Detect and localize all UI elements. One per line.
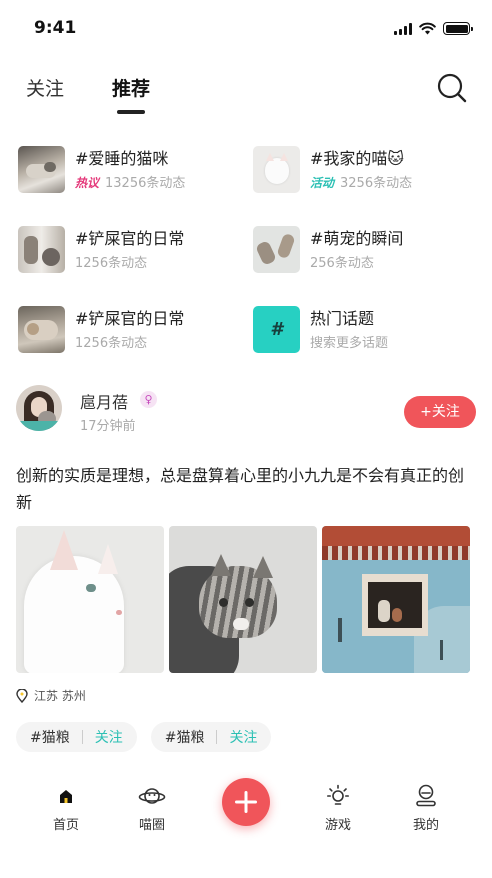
topic-item[interactable]: #我家的喵🐱 活动 3256条动态	[253, 146, 478, 193]
topic-thumbnail	[18, 146, 65, 193]
topic-thumbnail	[253, 146, 300, 193]
topic-title: #我家的喵🐱	[310, 148, 405, 168]
topic-item[interactable]: #爱睡的猫咪 热议 13256条动态	[18, 146, 253, 193]
topic-sub: 搜索更多话题	[310, 335, 389, 351]
topic-item[interactable]: #萌宠的瞬间 256条动态	[253, 226, 478, 273]
topic-count: 1256条动态	[75, 335, 148, 351]
topic-grid: #爱睡的猫咪 热议 13256条动态 #我家的喵🐱 活动 3256条动态 #铲屎官的…	[18, 146, 478, 353]
divider	[216, 730, 218, 744]
status-bar: 9:41	[0, 0, 492, 56]
tab-recommend[interactable]: 推荐	[112, 74, 150, 101]
post-text: 创新的实质是理想，总是盘算着心里的小九九是不会有真正的创新	[16, 466, 465, 512]
post-photos	[16, 526, 470, 673]
location-pin-icon	[16, 688, 28, 703]
tag-label[interactable]: #猫粮	[30, 727, 70, 747]
nav-label: 喵圈	[138, 818, 165, 833]
activity-badge: 活动	[310, 175, 335, 190]
nav-game[interactable]: 游戏	[308, 782, 368, 833]
tag-follow-button[interactable]: 关注	[229, 727, 257, 747]
topic-thumbnail	[18, 226, 65, 273]
post-header: 扈月蓓 ♀ 17分钟前 +关注	[16, 385, 476, 435]
tag-chip: #猫粮 关注	[150, 722, 272, 752]
nav-label: 首页	[52, 818, 79, 833]
topic-item[interactable]: #铲屎官的日常 1256条动态	[18, 306, 253, 353]
divider	[81, 730, 83, 744]
topic-count: 3256条动态	[340, 175, 413, 191]
hot-topics-link[interactable]: # 热门话题 搜索更多话题	[253, 306, 478, 353]
tag-label[interactable]: #猫粮	[165, 727, 205, 747]
planet-icon	[138, 788, 166, 804]
topic-count: 256条动态	[310, 255, 374, 271]
follow-button[interactable]: +关注	[404, 396, 476, 428]
location-text: 江苏 苏州	[34, 689, 86, 703]
hashtag-icon: #	[253, 306, 300, 353]
username[interactable]: 扈月蓓	[80, 389, 128, 413]
post-photo[interactable]	[169, 526, 317, 673]
nav-circle[interactable]: 喵圈	[122, 782, 182, 833]
user-icon	[416, 784, 436, 807]
topic-thumbnail	[253, 226, 300, 273]
topic-title: #萌宠的瞬间	[310, 228, 404, 248]
nav-label: 游戏	[324, 818, 351, 833]
add-post-button[interactable]	[222, 778, 270, 826]
topic-count: 1256条动态	[75, 255, 148, 271]
topic-item[interactable]: #铲屎官的日常 1256条动态	[18, 226, 253, 273]
topic-title: #铲屎官的日常	[75, 308, 185, 328]
status-icons	[394, 22, 473, 35]
topic-count: 13256条动态	[105, 175, 186, 191]
wifi-icon	[419, 22, 436, 35]
nav-profile[interactable]: 我的	[396, 782, 456, 833]
tab-follow[interactable]: 关注	[26, 74, 64, 101]
top-tabs: 关注 推荐	[26, 74, 150, 101]
post-photo[interactable]	[322, 526, 470, 673]
search-icon[interactable]	[436, 72, 468, 104]
topic-thumbnail	[18, 306, 65, 353]
signal-icon	[394, 22, 412, 35]
battery-icon	[443, 22, 473, 35]
avatar[interactable]	[16, 385, 62, 431]
topic-title: 热门话题	[310, 308, 375, 328]
hot-badge: 热议	[75, 175, 100, 190]
bulb-icon	[327, 784, 349, 805]
status-time: 9:41	[34, 18, 77, 38]
home-icon	[60, 790, 72, 803]
post-time: 17分钟前	[80, 419, 136, 434]
topic-title: #铲屎官的日常	[75, 228, 185, 248]
post-tags: #猫粮 关注 #猫粮 关注	[16, 722, 272, 752]
tag-follow-button[interactable]: 关注	[95, 727, 123, 747]
nav-label: 我的	[412, 818, 439, 833]
bottom-nav: 首页 喵圈 游戏 我的	[0, 778, 492, 842]
nav-home[interactable]: 首页	[36, 782, 96, 833]
location: 江苏 苏州	[16, 687, 86, 704]
post-photo[interactable]	[16, 526, 164, 673]
female-icon: ♀	[140, 391, 157, 408]
topic-title: #爱睡的猫咪	[75, 148, 169, 168]
tag-chip: #猫粮 关注	[16, 722, 137, 752]
